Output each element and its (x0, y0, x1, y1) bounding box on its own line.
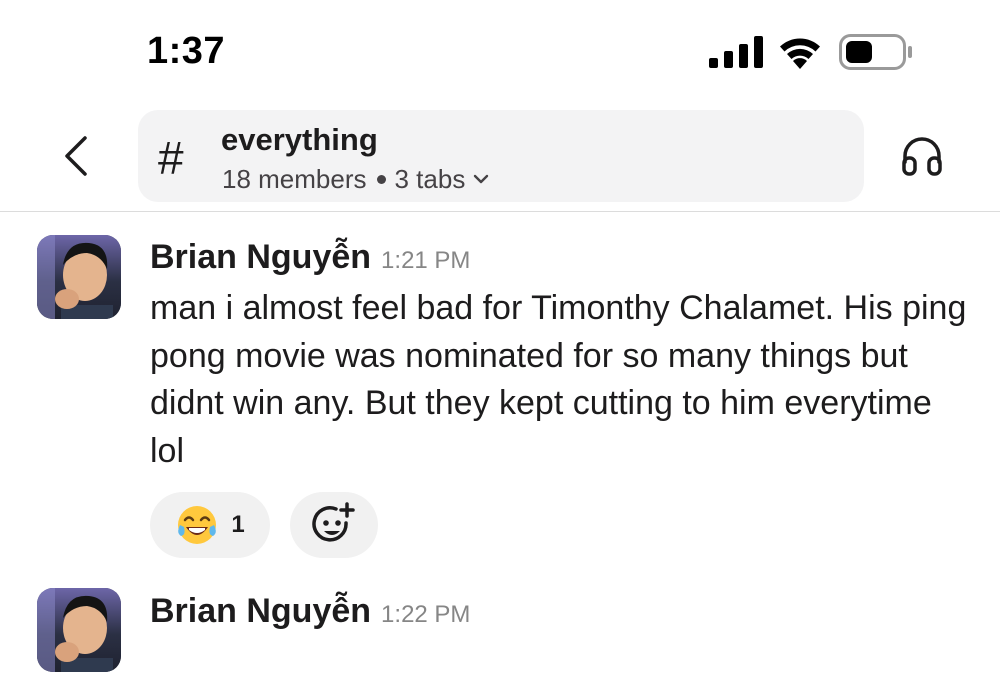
chevron-left-icon (65, 136, 87, 176)
back-button[interactable] (50, 128, 100, 184)
header-divider (0, 211, 1000, 212)
separator-dot (376, 174, 386, 184)
message-timestamp: 1:22 PM (381, 601, 471, 628)
message-timestamp: 1:21 PM (381, 247, 471, 274)
status-time: 1:37 (147, 30, 226, 72)
channel-header: # everything 18 members 3 tabs (0, 100, 1000, 212)
avatar-photo (37, 235, 121, 319)
channel-meta: 18 members 3 tabs (222, 162, 489, 196)
tears-of-joy-emoji-icon (178, 506, 217, 544)
wifi-icon (780, 38, 820, 69)
avatar[interactable] (37, 235, 121, 319)
hash-icon: # (158, 132, 184, 184)
message-text: man i almost feel bad for Timonthy Chala… (150, 289, 967, 470)
status-bar: 1:37 (0, 0, 1000, 100)
tab-count: 3 tabs (394, 164, 466, 194)
channel-name: everything (221, 122, 378, 157)
cellular-signal-icon (709, 36, 763, 68)
member-count: 18 members (222, 164, 367, 194)
reaction-count: 1 (231, 511, 245, 538)
add-emoji-icon (312, 502, 355, 542)
sender-name[interactable]: Brian Nguyễn 1:21 PM (150, 238, 470, 277)
slack-channel-screen: 1:37 # everything 18 members 3 tabs Bria… (0, 0, 1000, 673)
avatar[interactable] (37, 588, 121, 672)
avatar-photo (37, 588, 121, 672)
battery-icon (839, 34, 912, 70)
channel-info-button[interactable]: # everything 18 members 3 tabs (138, 110, 864, 202)
reaction-tears-of-joy[interactable]: 1 (150, 492, 270, 558)
sender-name[interactable]: Brian Nguyễn 1:22 PM (150, 592, 470, 631)
huddle-button[interactable] (896, 130, 948, 182)
chevron-down-icon (474, 174, 489, 184)
add-reaction-button[interactable] (290, 492, 378, 558)
reactions-bar: 1 (150, 492, 378, 558)
headphones-icon (902, 137, 942, 176)
